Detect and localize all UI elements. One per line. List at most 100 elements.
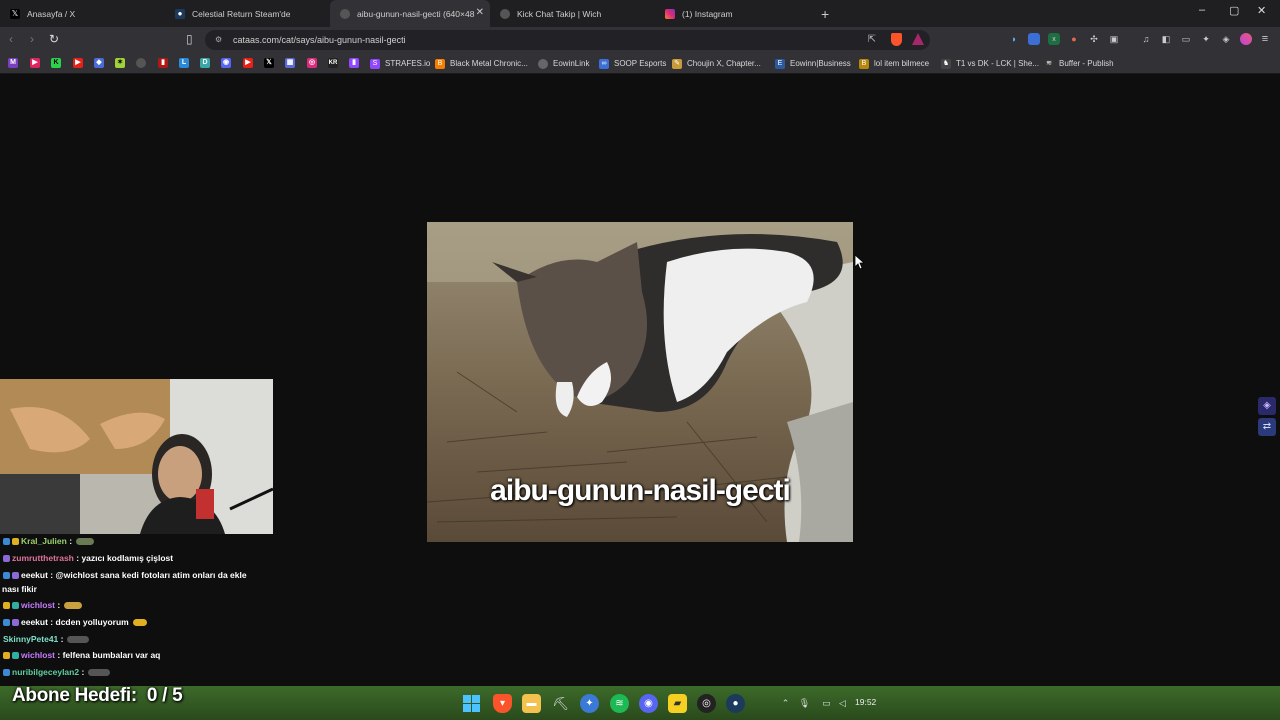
bookmark-icon[interactable]: ▦	[285, 58, 295, 68]
bookmark-icon[interactable]: ◆	[94, 58, 104, 68]
tab-instagram[interactable]: (1) Instagram	[655, 0, 815, 27]
kick-icon[interactable]: K	[51, 58, 61, 68]
bookmark-eowinn-business[interactable]: E Eowinn|Business	[775, 56, 851, 71]
extension-icon[interactable]: ◗	[1008, 33, 1020, 45]
back-icon[interactable]: ‹	[9, 32, 13, 46]
bookmark-icon[interactable]: ▶	[30, 58, 40, 68]
bookmark-black-metal[interactable]: B Black Metal Chronic...	[435, 56, 528, 71]
app-icon[interactable]: ✦	[580, 694, 599, 713]
bookmark-icon[interactable]: D	[200, 58, 210, 68]
close-tab-icon[interactable]: ✕	[476, 7, 484, 18]
steam-icon[interactable]: ●	[726, 694, 745, 713]
chat-message: Kral_Julien :	[3, 536, 95, 546]
instagram-icon[interactable]: ◎	[307, 58, 317, 68]
puzzle-icon[interactable]: ✣	[1088, 33, 1100, 45]
wallet-icon[interactable]: ▭	[1180, 33, 1192, 45]
tab-kick-chat[interactable]: Kick Chat Takip | Wich	[490, 0, 655, 27]
globe-icon	[500, 8, 510, 19]
chat-message: wichlost :	[3, 600, 83, 610]
leo-icon[interactable]: ✦	[1200, 33, 1212, 45]
extension-icon[interactable]	[1028, 33, 1040, 45]
twitch-icon[interactable]: ▮	[349, 58, 359, 68]
bookmark-label: Black Metal Chronic...	[450, 59, 528, 68]
pickaxe-icon[interactable]: ⛏	[551, 694, 570, 713]
extension-icon[interactable]: x	[1048, 33, 1060, 45]
minimize-icon[interactable]: –	[1199, 4, 1205, 16]
new-tab-button[interactable]: +	[821, 6, 829, 22]
cat-image[interactable]: aibu-gunun-nasil-gecti	[427, 222, 853, 542]
emote-icon	[64, 601, 83, 609]
spotify-icon[interactable]: ≋	[610, 694, 629, 713]
bookmark-icon[interactable]: ▮	[158, 58, 168, 68]
translate-icon[interactable]: ⇄	[1258, 418, 1276, 436]
menu-icon[interactable]: ≡	[1259, 33, 1271, 45]
sidebar-icon[interactable]: ◧	[1160, 33, 1172, 45]
close-window-icon[interactable]: ✕	[1257, 4, 1266, 17]
discord-icon[interactable]: ◉	[221, 58, 231, 68]
chat-message: SkinnyPete41 :	[3, 634, 90, 644]
bookmark-icon[interactable]: KR	[328, 58, 338, 68]
bookmark-icon[interactable]: L	[179, 58, 189, 68]
windows-start-icon[interactable]	[462, 694, 481, 713]
chat-text: @wichlost sana kedi fotoları atim onları…	[55, 570, 247, 580]
file-explorer-icon[interactable]: ▬	[522, 694, 541, 713]
badge-icon	[12, 618, 19, 626]
brave-shield-icon[interactable]	[891, 33, 902, 46]
extension-icon[interactable]: ●	[1068, 33, 1080, 45]
url-text[interactable]: cataas.com/cat/says/aibu-gunun-nasil-gec…	[233, 35, 406, 45]
discord-icon[interactable]: ◉	[639, 694, 658, 713]
microphone-icon[interactable]: 🎙	[795, 694, 814, 713]
vpn-icon[interactable]: ◈	[1220, 33, 1232, 45]
tab-x[interactable]: 𝕏 Anasayfa / X	[0, 0, 165, 27]
tab-steam[interactable]: ● Celestial Return Steam'de	[165, 0, 330, 27]
globe-icon[interactable]	[136, 58, 146, 68]
youtube-icon[interactable]: ▶	[243, 58, 253, 68]
chat-message: eeekut : dcden yolluyorum	[3, 617, 147, 627]
youtube-icon[interactable]: ▶	[73, 58, 83, 68]
x-icon[interactable]: 𝕏	[264, 58, 274, 68]
bookmark-label: lol item bilmece	[874, 59, 930, 68]
volume-icon[interactable]: ◁	[833, 694, 852, 713]
tray-overflow-icon[interactable]: ⌃	[776, 694, 795, 713]
bookmark-icon[interactable]: ▯	[186, 32, 193, 46]
badge-icon	[12, 651, 19, 659]
media-icon[interactable]: ♫	[1140, 33, 1152, 45]
bookmark-choujin[interactable]: ✎ Choujin X, Chapter...	[672, 56, 761, 71]
site-info-icon[interactable]: ⚙	[215, 35, 222, 44]
maximize-icon[interactable]: ▢	[1229, 4, 1239, 17]
sidebar-ai-icon[interactable]: ◈	[1258, 397, 1276, 415]
obs-icon[interactable]: ◎	[697, 694, 716, 713]
profile-avatar[interactable]	[1240, 33, 1252, 45]
chat-message: eeekut : @wichlost sana kedi fotoları at…	[3, 570, 247, 580]
share-icon[interactable]: ⇱	[868, 34, 876, 45]
badge-icon	[3, 618, 10, 626]
chat-username: wichlost	[21, 650, 56, 660]
bookmark-label: SOOP Esports	[614, 59, 667, 68]
bookmark-strafes[interactable]: S STRAFES.io	[370, 56, 430, 71]
bookmark-icon[interactable]: M	[8, 58, 18, 68]
chat-message: zumrutthetrash : yazıcı kodlamış çişlost	[3, 553, 173, 563]
chat-text: dcden yolluyorum	[55, 617, 129, 627]
bookmark-icon[interactable]: ✶	[115, 58, 125, 68]
bookmark-buffer[interactable]: ≋ Buffer - Publish	[1044, 56, 1114, 71]
chat-username: eeekut	[21, 617, 48, 627]
brave-rewards-icon[interactable]	[912, 33, 924, 45]
taskbar-clock[interactable]: 19:52	[855, 697, 876, 707]
address-bar[interactable]: ⚙ cataas.com/cat/says/aibu-gunun-nasil-g…	[205, 30, 930, 50]
emote-icon	[67, 635, 90, 643]
reload-icon[interactable]: ↻	[49, 32, 59, 46]
bookmark-label: T1 vs DK - LCK | She...	[956, 59, 1039, 68]
sticky-notes-icon[interactable]: ▰	[668, 694, 687, 713]
bookmark-lol-item[interactable]: B lol item bilmece	[859, 56, 929, 71]
tab-title: (1) Instagram	[682, 8, 733, 19]
bookmark-soop[interactable]: ∞ SOOP Esports	[599, 56, 666, 71]
bookmark-t1-vs-dk[interactable]: ♞ T1 vs DK - LCK | She...	[941, 56, 1039, 71]
chat-message: nası fikir	[2, 584, 37, 594]
forward-icon[interactable]: ›	[30, 32, 34, 46]
tab-cataas[interactable]: aibu-gunun-nasil-gecti (640×48... ✕	[330, 0, 490, 27]
chat-message: wichlost : felfena bumbaları var aq	[3, 650, 160, 660]
extension-icon[interactable]: ▣	[1108, 33, 1120, 45]
brave-icon[interactable]: ▾	[493, 694, 512, 713]
bookmark-eowinlink[interactable]: EowinLink	[538, 56, 589, 71]
badge-icon	[3, 554, 10, 562]
